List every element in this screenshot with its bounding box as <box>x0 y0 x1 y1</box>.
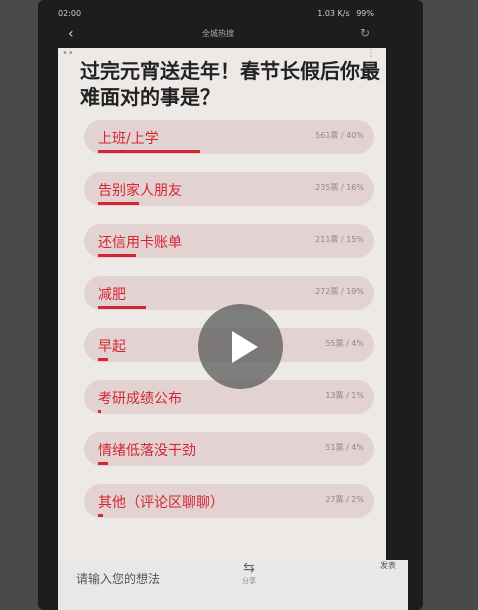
comment-bar: 请输入您的想法 ⇆ 分享 发表 <box>58 560 408 610</box>
status-time: 02:00 <box>58 8 82 18</box>
poll-option[interactable]: 其他（评论区聊聊） 27票 / 2% <box>84 484 374 522</box>
option-vote-count: 27票 / 2% <box>325 495 364 504</box>
option-label: 减肥 <box>98 287 126 303</box>
option-progress-bar <box>98 462 108 465</box>
option-progress-bar <box>98 358 108 361</box>
option-progress-bar <box>98 410 101 413</box>
share-icon: ⇆ <box>243 560 255 576</box>
poll-option[interactable]: 情绪低落没干劲 51票 / 4% <box>84 432 374 470</box>
network-speed: 1.03 K/s <box>317 8 350 18</box>
play-button[interactable] <box>198 304 283 389</box>
option-vote-count: 211票 / 15% <box>315 235 364 244</box>
option-vote-count: 272票 / 19% <box>315 287 364 296</box>
poll-card: •• ⋮ 过完元宵送走年！春节长假后你最难面对的事是？ 上班/上学 561票 / … <box>58 48 386 560</box>
option-progress-bar <box>98 202 139 205</box>
poll-option[interactable]: 上班/上学 561票 / 40% <box>84 120 374 158</box>
share-label: 分享 <box>242 577 256 585</box>
refresh-icon[interactable]: ↻ <box>360 26 370 40</box>
option-label: 上班/上学 <box>98 131 159 147</box>
poll-option[interactable]: 还信用卡账单 211票 / 15% <box>84 224 374 262</box>
option-vote-count: 561票 / 40% <box>315 131 364 140</box>
option-progress-bar <box>98 150 200 153</box>
top-bar: ‹ 全城热搜 ↻ <box>58 22 378 46</box>
option-label: 考研成绩公布 <box>98 391 182 407</box>
page-title: 全城热搜 <box>202 29 234 38</box>
share-button[interactable]: ⇆ 分享 <box>236 560 262 586</box>
poll-question: 过完元宵送走年！春节长假后你最难面对的事是？ <box>80 59 380 109</box>
option-label: 早起 <box>98 339 126 355</box>
poll-option[interactable]: 告别家人朋友 235票 / 16% <box>84 172 374 210</box>
option-vote-count: 51票 / 4% <box>325 443 364 452</box>
status-bar: 02:00 1.03 K/s 99% <box>58 4 378 22</box>
option-vote-count: 13票 / 1% <box>325 391 364 400</box>
option-label: 情绪低落没干劲 <box>98 443 196 459</box>
send-button[interactable]: 发表 <box>380 560 396 571</box>
option-label: 其他（评论区聊聊） <box>98 495 224 511</box>
option-progress-bar <box>98 514 103 517</box>
option-progress-bar <box>98 254 136 257</box>
option-vote-count: 55票 / 4% <box>325 339 364 348</box>
option-vote-count: 235票 / 16% <box>315 183 364 192</box>
battery-level: 99% <box>356 8 374 18</box>
more-dots-icon: •• <box>62 48 74 59</box>
comment-input[interactable]: 请输入您的想法 <box>76 570 160 587</box>
option-label: 告别家人朋友 <box>98 183 182 199</box>
option-progress-bar <box>98 306 146 309</box>
option-label: 还信用卡账单 <box>98 235 182 251</box>
